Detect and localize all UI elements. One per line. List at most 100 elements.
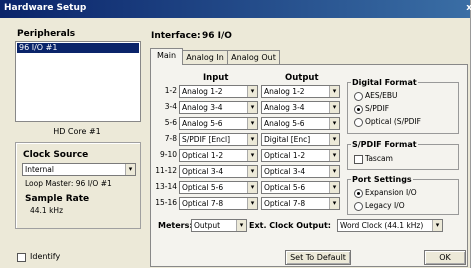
- port-settings-radio[interactable]: [354, 189, 363, 198]
- chevron-down-icon: ▾: [247, 166, 257, 177]
- chevron-down-icon: ▾: [329, 198, 339, 209]
- output-routing-dropdown[interactable]: Optical 7-8 ▾: [261, 197, 340, 210]
- ext-clock-label: Ext. Clock Output:: [249, 221, 331, 230]
- clock-source-dropdown[interactable]: Internal ▾: [22, 163, 136, 176]
- port-settings-radio[interactable]: [354, 202, 363, 211]
- input-routing-value: Optical 3-4: [182, 167, 224, 176]
- digital-format-option-label: S/PDIF: [365, 104, 390, 113]
- window-title: Hardware Setup: [4, 3, 87, 13]
- input-routing-value: S/PDIF [Encl]: [182, 135, 231, 144]
- spdif-format-group: S/PDIF Format Tascam: [347, 140, 459, 170]
- output-routing-dropdown[interactable]: Digital [Enc] ▾: [261, 133, 340, 146]
- chevron-down-icon: ▾: [125, 164, 135, 175]
- input-header: Input: [203, 73, 229, 83]
- input-routing-dropdown[interactable]: Optical 5-6 ▾: [179, 181, 258, 194]
- chevron-down-icon: ▾: [329, 182, 339, 193]
- io-row-label: 1-2: [164, 86, 177, 95]
- ok-button[interactable]: OK: [424, 250, 466, 265]
- close-icon[interactable]: x: [466, 3, 472, 13]
- input-routing-dropdown[interactable]: Analog 5-6 ▾: [179, 117, 258, 130]
- ext-clock-dropdown[interactable]: Word Clock (44.1 kHz) ▾: [337, 219, 443, 232]
- digital-format-option-label: AES/EBU: [365, 91, 398, 100]
- input-routing-dropdown[interactable]: Optical 7-8 ▾: [179, 197, 258, 210]
- peripheral-item-label: 96 I/O #1: [19, 43, 58, 52]
- main-tab-panel: Input Output 1-2 Analog 1-2 ▾ Analog 1-2 ▾ 3-…: [150, 64, 468, 267]
- input-routing-dropdown[interactable]: Analog 3-4 ▾: [179, 101, 258, 114]
- io-row-label: 9-10: [159, 150, 177, 159]
- digital-format-option-label: Optical (S/PDIF: [365, 117, 421, 126]
- clock-source-value: Internal: [25, 165, 54, 174]
- sample-rate-title: Sample Rate: [25, 194, 90, 204]
- io-row-label: 7-8: [164, 134, 177, 143]
- title-bar: Hardware Setup x: [0, 0, 472, 18]
- core-label: HD Core #1: [53, 127, 101, 136]
- tab-analog-out[interactable]: Analog Out: [227, 50, 280, 64]
- output-routing-value: Analog 3-4: [264, 103, 305, 112]
- meters-dropdown[interactable]: Output ▾: [191, 219, 247, 232]
- chevron-down-icon: ▾: [247, 86, 257, 97]
- meters-label: Meters:: [158, 221, 193, 230]
- tascam-checkbox[interactable]: [354, 155, 363, 164]
- output-routing-value: Optical 3-4: [264, 167, 306, 176]
- hardware-setup-window: Hardware Setup x Peripherals 96 I/O #1 H…: [0, 0, 472, 268]
- input-routing-dropdown[interactable]: S/PDIF [Encl] ▾: [179, 133, 258, 146]
- tab-main[interactable]: Main: [150, 48, 183, 65]
- io-row-label: 11-12: [155, 166, 177, 175]
- chevron-down-icon: ▾: [247, 198, 257, 209]
- input-routing-value: Analog 1-2: [182, 87, 223, 96]
- output-routing-dropdown[interactable]: Optical 5-6 ▾: [261, 181, 340, 194]
- chevron-down-icon: ▾: [329, 150, 339, 161]
- chevron-down-icon: ▾: [329, 166, 339, 177]
- set-to-default-button[interactable]: Set To Default: [285, 250, 351, 265]
- port-settings-group: Port Settings Expansion I/O Legacy I/O: [347, 175, 459, 215]
- output-routing-value: Optical 5-6: [264, 183, 306, 192]
- digital-format-radio[interactable]: [354, 92, 363, 101]
- chevron-down-icon: ▾: [236, 220, 246, 231]
- output-routing-dropdown[interactable]: Analog 3-4 ▾: [261, 101, 340, 114]
- input-routing-value: Optical 1-2: [182, 151, 224, 160]
- loop-master-label: Loop Master: 96 I/O #1: [25, 179, 112, 188]
- interface-label: Interface:: [151, 31, 201, 41]
- input-routing-dropdown[interactable]: Optical 1-2 ▾: [179, 149, 258, 162]
- io-row-label: 5-6: [164, 118, 177, 127]
- clock-source-title: Clock Source: [23, 150, 89, 160]
- output-routing-dropdown[interactable]: Optical 1-2 ▾: [261, 149, 340, 162]
- chevron-down-icon: ▾: [432, 220, 442, 231]
- peripheral-item[interactable]: 96 I/O #1: [17, 43, 139, 53]
- output-routing-value: Analog 5-6: [264, 119, 305, 128]
- chevron-down-icon: ▾: [247, 118, 257, 129]
- chevron-down-icon: ▾: [247, 182, 257, 193]
- tascam-label: Tascam: [365, 154, 393, 163]
- io-row-label: 15-16: [155, 198, 177, 207]
- input-routing-value: Optical 7-8: [182, 199, 224, 208]
- output-routing-dropdown[interactable]: Analog 1-2 ▾: [261, 85, 340, 98]
- input-routing-value: Analog 3-4: [182, 103, 223, 112]
- output-routing-value: Optical 7-8: [264, 199, 306, 208]
- input-routing-dropdown[interactable]: Optical 3-4 ▾: [179, 165, 258, 178]
- spdif-format-title: S/PDIF Format: [351, 140, 418, 149]
- output-header: Output: [285, 73, 319, 83]
- identify-label: Identify: [30, 252, 61, 261]
- chevron-down-icon: ▾: [247, 150, 257, 161]
- chevron-down-icon: ▾: [329, 134, 339, 145]
- io-row-label: 13-14: [155, 182, 177, 191]
- digital-format-radio[interactable]: [354, 118, 363, 127]
- chevron-down-icon: ▾: [329, 118, 339, 129]
- tab-analog-in[interactable]: Analog In: [182, 50, 228, 64]
- sample-rate-value: 44.1 kHz: [30, 206, 64, 215]
- output-routing-dropdown[interactable]: Optical 3-4 ▾: [261, 165, 340, 178]
- peripherals-label: Peripherals: [17, 29, 76, 39]
- chevron-down-icon: ▾: [247, 134, 257, 145]
- output-routing-value: Optical 1-2: [264, 151, 306, 160]
- input-routing-dropdown[interactable]: Analog 1-2 ▾: [179, 85, 258, 98]
- port-settings-title: Port Settings: [351, 175, 413, 184]
- ext-clock-value: Word Clock (44.1 kHz): [340, 221, 424, 230]
- digital-format-radio[interactable]: [354, 105, 363, 114]
- identify-checkbox[interactable]: [17, 253, 26, 262]
- peripherals-list[interactable]: 96 I/O #1: [15, 41, 141, 122]
- clock-panel: Clock Source Internal ▾ Loop Master: 96 …: [15, 142, 141, 229]
- output-routing-value: Analog 1-2: [264, 87, 305, 96]
- meters-value: Output: [194, 221, 221, 230]
- digital-format-group: Digital Format AES/EBU S/PDIF Optical (S/P…: [347, 78, 459, 134]
- output-routing-dropdown[interactable]: Analog 5-6 ▾: [261, 117, 340, 130]
